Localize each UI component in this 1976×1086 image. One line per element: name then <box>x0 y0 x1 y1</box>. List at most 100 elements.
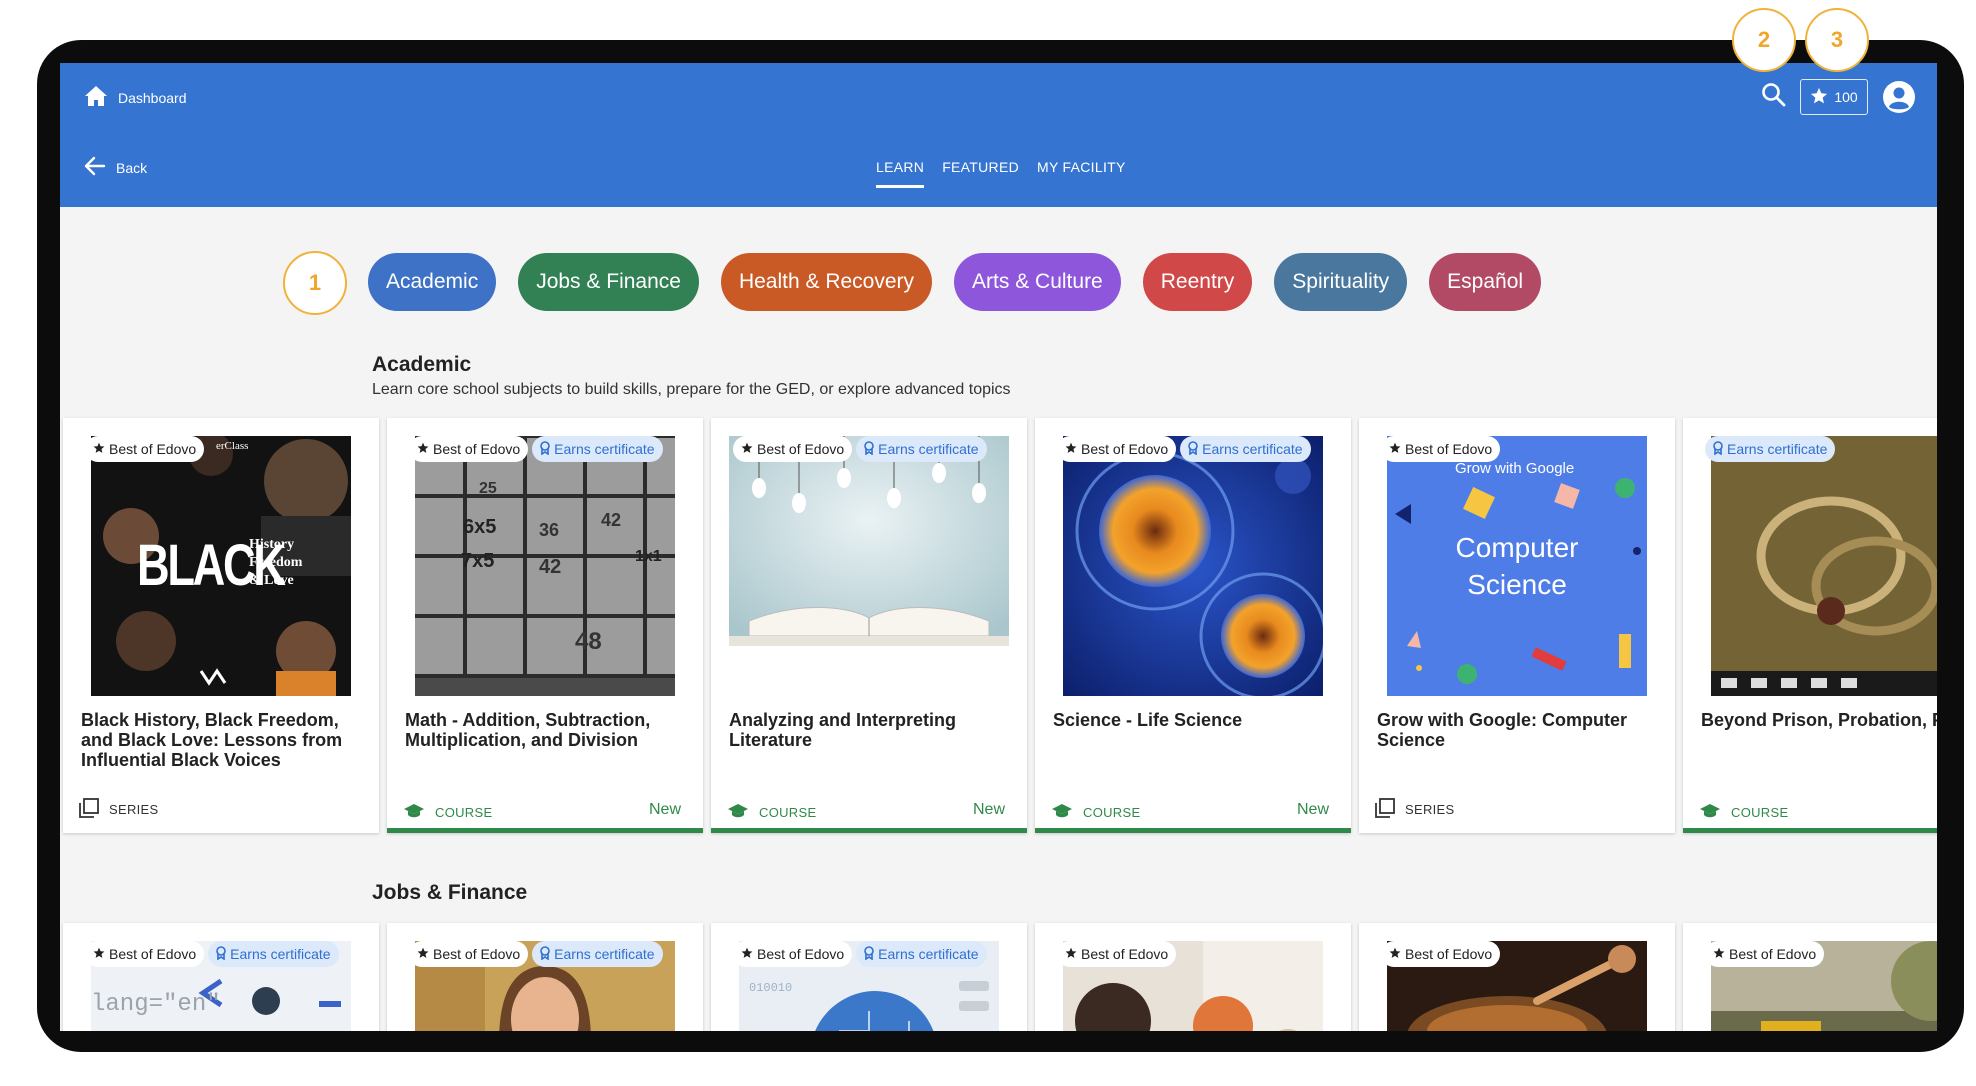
card-thumbnail <box>729 436 1009 646</box>
earns-certificate-badge: Earns certificate <box>856 436 987 462</box>
jobs-card-row: lang="en" Best of Edovo Earns certificat… <box>63 923 1937 1031</box>
earns-certificate-badge: Earns certificate <box>208 941 339 967</box>
card-badges: Best of Edovo Earns certificate <box>1057 436 1311 462</box>
new-label: New <box>1296 801 1329 818</box>
course-card[interactable]: Best of Edovo <box>1683 923 1937 1031</box>
dashboard-link[interactable]: Dashboard <box>84 85 187 110</box>
card-type: SERIES <box>1375 798 1454 821</box>
search-icon[interactable] <box>1760 81 1788 114</box>
badge-label: Best of Edovo <box>433 441 521 457</box>
card-badges: Best of Edovo <box>85 436 205 462</box>
course-card[interactable]: Best of Edovo Earns certificate Science … <box>1035 418 1351 833</box>
card-type: COURSE <box>1699 803 1788 822</box>
tile-text: 1x1 <box>635 548 662 565</box>
star-icon <box>1389 946 1401 962</box>
card-title: Beyond Prison, Probation, Parole <box>1701 710 1937 730</box>
series-icon <box>79 798 99 821</box>
app-screen: Dashboard Back LEARN FEATURED MY FACILIT… <box>60 63 1937 1031</box>
card-badges: Best of Edovo Earns certificate <box>409 941 663 967</box>
nav-tabs: LEARN FEATURED MY FACILITY <box>876 151 1126 188</box>
ribbon-icon <box>864 945 874 963</box>
course-card[interactable]: Best of Edovo <box>1035 923 1351 1031</box>
type-label: COURSE <box>1731 805 1789 820</box>
course-card[interactable]: Best of Edovo <box>1359 923 1675 1031</box>
home-icon <box>84 85 108 110</box>
badge-label: Best of Edovo <box>1081 946 1169 962</box>
arrow-left-icon <box>84 156 106 179</box>
star-icon <box>1713 946 1725 962</box>
academic-card-row: BLACK History Freedom & Love erClass Bes… <box>63 418 1937 833</box>
best-of-edovo-badge: Best of Edovo <box>1381 941 1501 967</box>
callout-marker-1: 1 <box>283 251 347 315</box>
tile-text: 7x5 <box>461 550 495 572</box>
category-espanol[interactable]: Español <box>1429 253 1542 311</box>
best-of-edovo-badge: Best of Edovo <box>85 436 205 462</box>
category-academic[interactable]: Academic <box>368 253 497 311</box>
category-health-recovery[interactable]: Health & Recovery <box>720 253 933 311</box>
account-icon[interactable] <box>1882 80 1916 119</box>
card-badges: Best of Edovo <box>1381 436 1501 462</box>
series-icon <box>1375 798 1395 821</box>
back-button[interactable]: Back <box>84 156 147 179</box>
card-badges: Best of Edovo Earns certificate <box>733 436 987 462</box>
ribbon-icon <box>216 945 226 963</box>
star-icon <box>417 946 429 962</box>
new-label: New <box>648 801 681 818</box>
card-badges: Best of Edovo <box>1381 941 1501 967</box>
course-card[interactable]: Best of Edovo Earns certificate <box>387 923 703 1031</box>
best-of-edovo-badge: Best of Edovo <box>1057 436 1177 462</box>
badge-label: Earns certificate <box>230 946 331 962</box>
tab-featured[interactable]: FEATURED <box>942 151 1019 188</box>
card-type: COURSE <box>727 803 816 822</box>
course-card[interactable]: Grow with Google Computer Science Best o… <box>1359 418 1675 833</box>
best-of-edovo-badge: Best of Edovo <box>85 941 205 967</box>
graduation-cap-icon <box>1051 803 1073 822</box>
star-icon <box>417 441 429 457</box>
course-card[interactable]: Earns certificate Beyond Prison, Probati… <box>1683 418 1937 833</box>
badge-label: Earns certificate <box>554 441 655 457</box>
earns-certificate-badge: Earns certificate <box>532 941 663 967</box>
card-thumbnail: Grow with Google Computer Science <box>1387 436 1647 696</box>
course-card[interactable]: 25 6x5 36 42 7x5 42 1x1 48 Best of Edovo… <box>387 418 703 833</box>
code-text: lang="en" <box>91 991 221 1018</box>
tile-text: 48 <box>575 628 602 655</box>
best-of-edovo-badge: Best of Edovo <box>1705 941 1825 967</box>
type-label: COURSE <box>759 805 817 820</box>
category-reentry[interactable]: Reentry <box>1142 253 1253 311</box>
card-badges: Best of Edovo Earns certificate <box>409 436 663 462</box>
badge-label: Earns certificate <box>878 946 979 962</box>
course-card[interactable]: lang="en" Best of Edovo Earns certificat… <box>63 923 379 1031</box>
badge-label: Earns certificate <box>1202 441 1303 457</box>
graduation-cap-icon <box>727 803 749 822</box>
badge-label: Earns certificate <box>878 441 979 457</box>
tile-text: 36 <box>539 520 560 540</box>
back-label: Back <box>116 159 148 176</box>
best-of-edovo-badge: Best of Edovo <box>1381 436 1501 462</box>
tab-my-facility[interactable]: MY FACILITY <box>1037 151 1126 188</box>
points-button[interactable]: 100 <box>1800 79 1868 115</box>
best-of-edovo-badge: Best of Edovo <box>733 436 853 462</box>
card-title: Math - Addition, Subtraction, Multiplica… <box>405 710 651 750</box>
course-card[interactable]: BLACK History Freedom & Love erClass Bes… <box>63 418 379 833</box>
category-arts-culture[interactable]: Arts & Culture <box>954 253 1121 311</box>
star-icon <box>1065 946 1077 962</box>
course-card[interactable]: 010010 Best of Edovo Earns certificate <box>711 923 1027 1031</box>
tile-text: 6x5 <box>463 516 497 538</box>
badge-label: Best of Edovo <box>433 946 521 962</box>
star-icon <box>1389 441 1401 457</box>
star-icon <box>741 946 753 962</box>
section-title-jobs-finance: Jobs & Finance <box>372 881 528 904</box>
card-title: Black History, Black Freedom, and Black … <box>81 710 343 770</box>
tab-learn[interactable]: LEARN <box>876 151 925 188</box>
badge-label: Best of Edovo <box>1405 441 1493 457</box>
tile-text: 42 <box>539 556 562 578</box>
category-spirituality[interactable]: Spirituality <box>1274 253 1408 311</box>
card-badges: Best of Edovo <box>1705 941 1825 967</box>
star-icon <box>741 441 753 457</box>
card-badges: Earns certificate <box>1705 436 1836 462</box>
category-jobs-finance[interactable]: Jobs & Finance <box>518 253 699 311</box>
card-badges: Best of Edovo Earns certificate <box>733 941 987 967</box>
badge-label: Earns certificate <box>1727 441 1828 457</box>
course-card[interactable]: Best of Edovo Earns certificate Analyzin… <box>711 418 1027 833</box>
thumb-subtitle-text: History Freedom & Love <box>249 537 303 588</box>
